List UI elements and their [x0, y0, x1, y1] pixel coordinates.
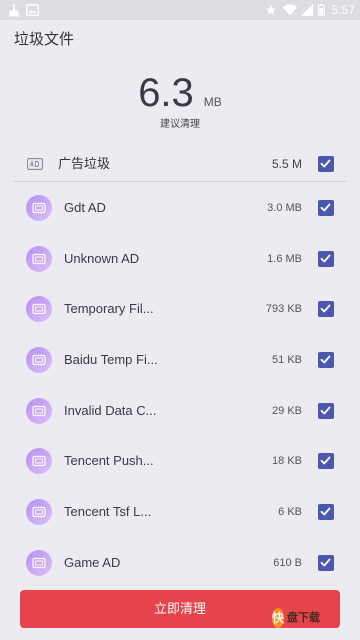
item-checkbox[interactable] [318, 402, 334, 419]
junk-size-summary: 6.3 MB [0, 70, 360, 125]
signal-icon [301, 4, 313, 16]
item-checkbox[interactable] [318, 554, 334, 571]
ad-card-icon [26, 397, 52, 424]
item-name: Game AD [64, 554, 121, 570]
status-bar: 5:57 [0, 0, 360, 20]
item-name: Tencent Tsf L... [64, 504, 152, 520]
ad-card-icon [26, 296, 52, 323]
watermark-logo: 快盘下载 [272, 611, 321, 625]
ad-icon [27, 158, 43, 170]
item-checkbox[interactable] [318, 504, 334, 521]
checkmark-icon [320, 254, 331, 263]
item-size: 18 KB [272, 455, 302, 468]
category-checkbox[interactable] [318, 156, 334, 172]
ad-card-icon [26, 448, 52, 475]
item-name: Tencent Push... [64, 453, 154, 469]
junk-item-tencent-push[interactable]: Tencent Push... 18 KB [0, 436, 360, 487]
item-checkbox[interactable] [318, 352, 334, 369]
ad-card-icon [26, 245, 52, 272]
item-checkbox[interactable] [318, 301, 334, 318]
junk-item-baidu-temp[interactable]: Baidu Temp Fi... 51 KB [0, 335, 360, 386]
item-checkbox[interactable] [318, 250, 334, 267]
item-name: Invalid Data C... [64, 402, 157, 418]
junk-item-gdt-ad[interactable]: Gdt AD 3.0 MB [0, 183, 360, 234]
item-name: Gdt AD [64, 200, 106, 215]
item-checkbox[interactable] [318, 453, 334, 470]
category-ad-junk[interactable]: 广告垃圾 5.5 M [0, 150, 360, 178]
item-size: 6 KB [278, 506, 302, 519]
item-name: Temporary Fil... [64, 301, 154, 317]
checkmark-icon [320, 507, 331, 516]
star-icon [266, 5, 276, 15]
item-size: 793 KB [265, 303, 302, 316]
broom-icon [9, 4, 19, 17]
item-name: Baidu Temp Fi... [64, 352, 158, 368]
junk-item-tencent-tsf[interactable]: Tencent Tsf L... 6 KB [0, 487, 360, 538]
checkmark-icon [320, 159, 331, 168]
total-size-value: 6.3 [138, 71, 194, 115]
checkmark-icon [320, 304, 331, 313]
junk-item-invalid-data[interactable]: Invalid Data C... 29 KB [0, 386, 360, 437]
ad-card-icon [26, 195, 52, 221]
item-checkbox[interactable] [318, 200, 334, 216]
checkmark-icon [320, 457, 331, 465]
page-title: 垃圾文件 [14, 31, 75, 48]
item-size: 51 KB [272, 354, 302, 367]
suggest-clean-hint: 建议清理 [160, 119, 200, 130]
category-label: 广告垃圾 [58, 156, 111, 171]
junk-item-temporary-files[interactable]: Temporary Fil... 793 KB [0, 284, 360, 335]
status-time: 5:57 [331, 3, 355, 17]
ad-card-icon [26, 499, 52, 526]
ad-card-icon [26, 549, 52, 576]
item-size: 29 KB [272, 404, 302, 417]
category-size: 5.5 M [271, 157, 302, 171]
checkmark-icon [320, 355, 331, 364]
divider [14, 181, 346, 182]
wifi-icon [283, 4, 297, 16]
item-size: 3.0 MB [267, 202, 302, 214]
ad-card-icon [26, 347, 52, 374]
junk-item-game-ad[interactable]: Game AD 610 B [0, 538, 360, 589]
battery-icon [318, 4, 325, 16]
image-icon [26, 4, 39, 16]
junk-item-unknown-ad[interactable]: Unknown AD 1.6 MB [0, 234, 360, 285]
item-size: 1.6 MB [267, 252, 302, 265]
junk-item-list: Gdt AD 3.0 MB Unknown AD 1.6 MB Temporar… [0, 183, 360, 589]
item-size: 610 B [273, 556, 302, 569]
checkmark-icon [320, 203, 331, 212]
checkmark-icon [320, 406, 331, 415]
total-size-unit: MB [203, 95, 222, 109]
checkmark-icon [320, 558, 331, 567]
item-name: Unknown AD [64, 250, 140, 266]
